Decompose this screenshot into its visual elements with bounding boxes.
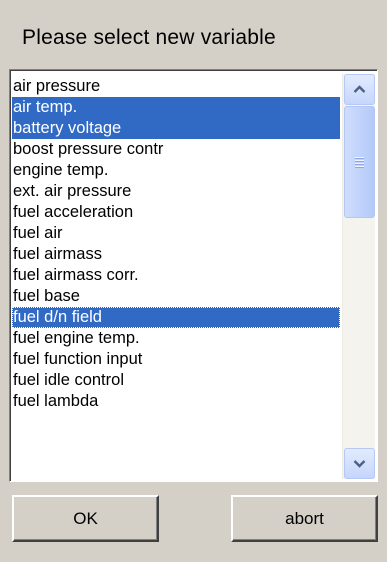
chevron-down-icon <box>353 459 366 468</box>
variable-listbox[interactable]: air pressure air temp. battery voltage boos… <box>9 69 378 482</box>
list-item[interactable]: fuel airmass corr. <box>12 265 340 286</box>
list-item[interactable]: fuel airmass <box>12 244 340 265</box>
list-item[interactable]: air pressure <box>12 76 340 97</box>
vertical-scrollbar[interactable] <box>342 74 375 479</box>
list-item[interactable]: fuel d/n field <box>12 307 340 328</box>
list-item[interactable]: boost pressure contr <box>12 139 340 160</box>
list-item[interactable]: fuel idle control <box>12 370 340 391</box>
select-variable-dialog: Please select new variable air pressure a… <box>0 0 387 562</box>
scroll-up-button[interactable] <box>344 74 375 105</box>
grip-icon <box>355 157 364 167</box>
chevron-up-icon <box>353 85 366 94</box>
dialog-prompt: Please select new variable <box>22 26 276 49</box>
scroll-down-button[interactable] <box>344 448 375 479</box>
list-item[interactable]: fuel engine temp. <box>12 328 340 349</box>
list-item[interactable]: engine temp. <box>12 160 340 181</box>
list-item[interactable]: fuel base <box>12 286 340 307</box>
abort-button[interactable]: abort <box>231 495 378 542</box>
list-item[interactable]: fuel air <box>12 223 340 244</box>
variable-list: air pressure air temp. battery voltage boos… <box>12 76 340 412</box>
list-item[interactable]: air temp. <box>12 97 340 118</box>
scroll-thumb[interactable] <box>344 106 375 218</box>
ok-button[interactable]: OK <box>12 495 159 542</box>
list-item[interactable]: ext. air pressure <box>12 181 340 202</box>
list-item[interactable]: fuel function input <box>12 349 340 370</box>
list-item[interactable]: fuel lambda <box>12 391 340 412</box>
list-item[interactable]: fuel acceleration <box>12 202 340 223</box>
list-item[interactable]: battery voltage <box>12 118 340 139</box>
